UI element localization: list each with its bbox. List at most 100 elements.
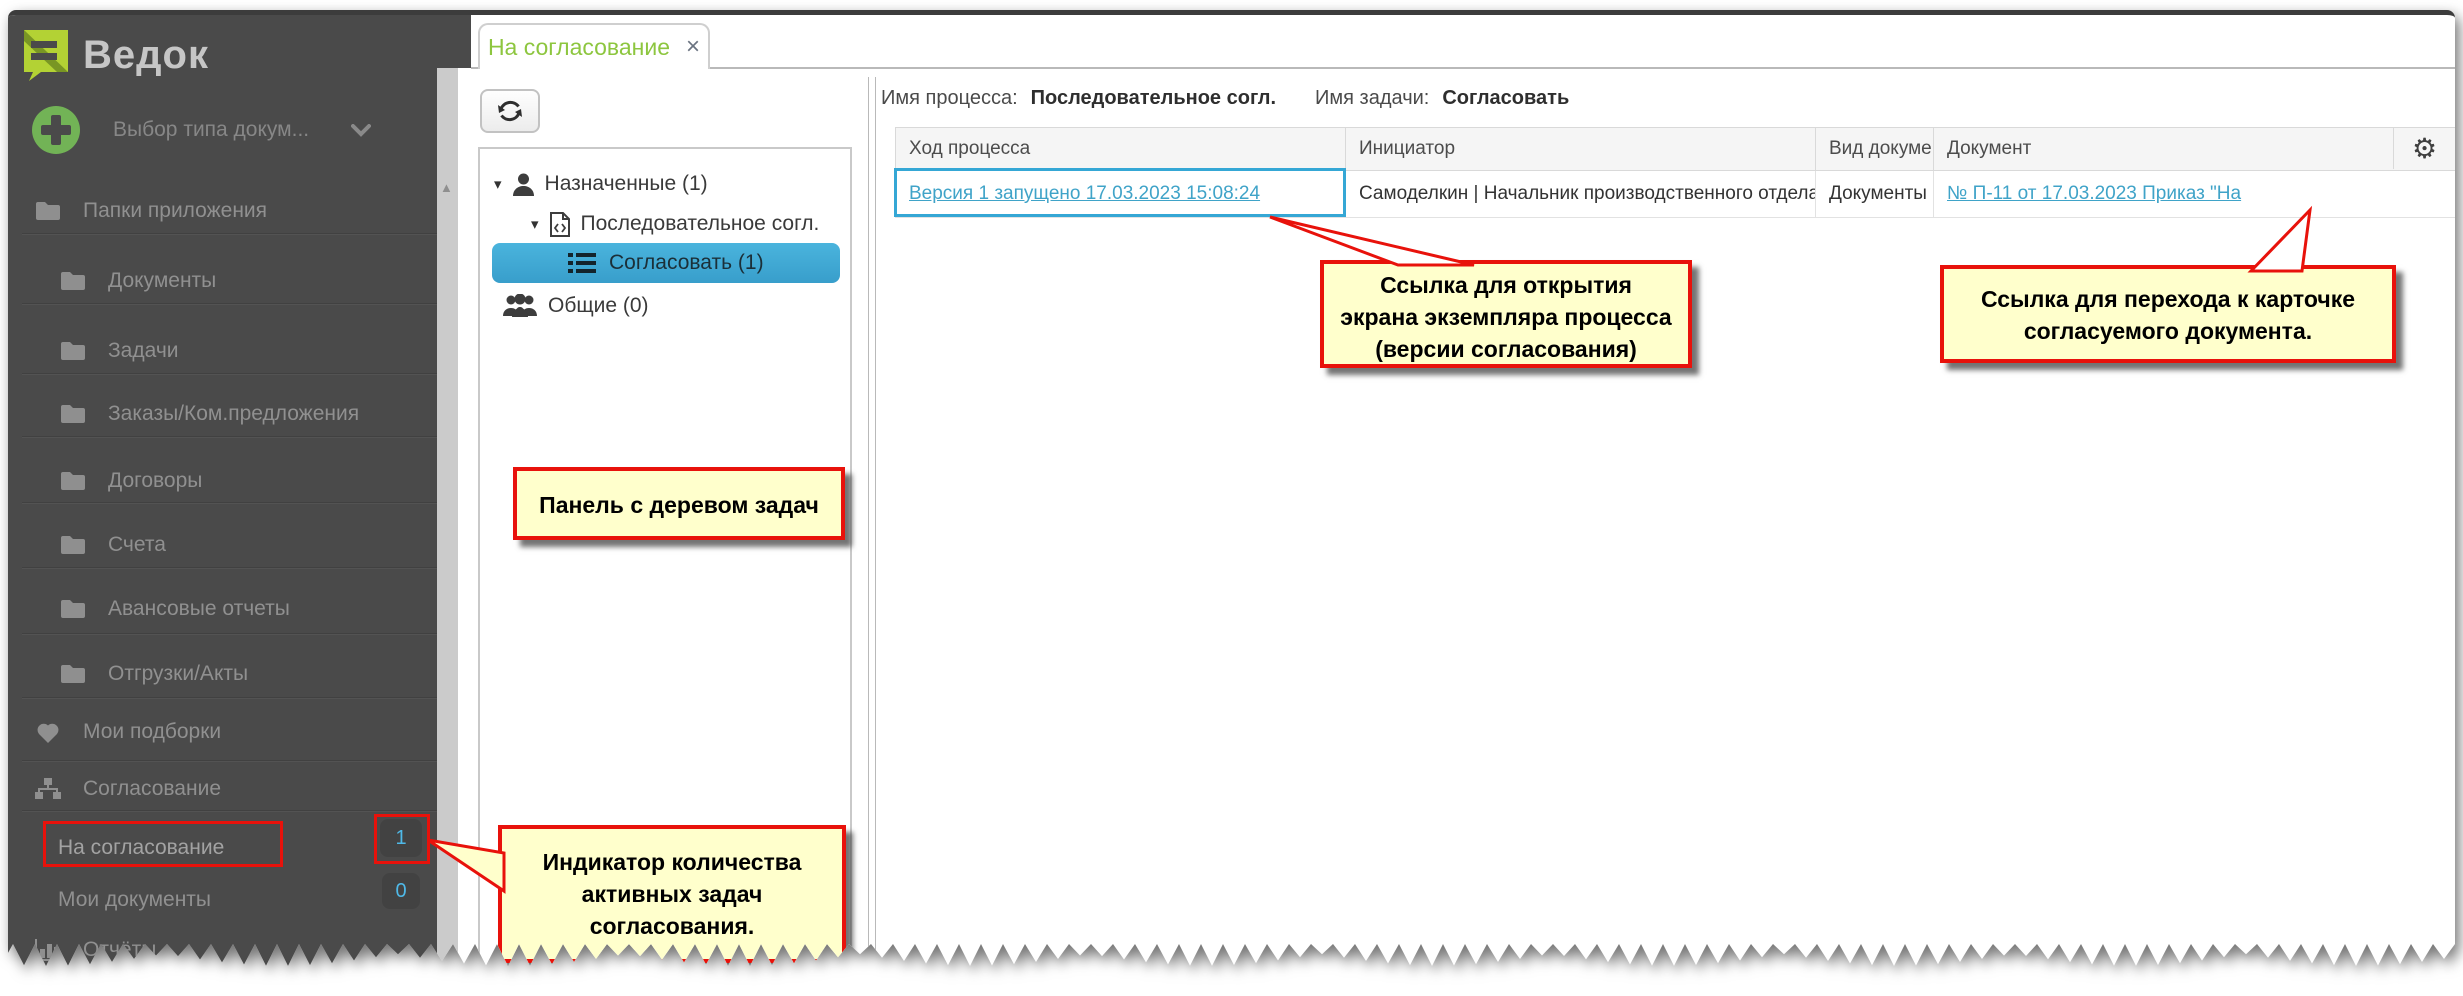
folder-icon — [58, 535, 88, 555]
sidebar-top-extension — [437, 15, 471, 68]
column-header-document[interactable]: Документ ⚙ — [1934, 128, 2456, 171]
column-header-initiator[interactable]: Инициатор — [1346, 128, 1816, 171]
sidebar-item-label: Заказы/Ком.предложения — [108, 402, 359, 426]
process-name-label: Имя процесса: — [881, 87, 1018, 110]
splitter-line[interactable] — [875, 77, 876, 961]
callout-line: экрана экземпляра процесса — [1324, 301, 1688, 333]
folder-icon — [58, 664, 88, 684]
document-type-selector[interactable]: Выбор типа докум... — [113, 118, 371, 142]
add-document-button[interactable] — [31, 105, 81, 155]
sidebar-item-orders[interactable]: Заказы/Ком.предложения — [8, 389, 437, 439]
folder-icon — [58, 271, 88, 291]
sidebar-item-label: Мои подборки — [83, 720, 221, 744]
caret-down-icon[interactable]: ▾ — [531, 215, 539, 233]
tree-node-process[interactable]: ▾ Последовательное согл. — [531, 207, 819, 241]
process-document-icon — [550, 212, 570, 237]
sidebar-item-app-folders[interactable]: Папки приложения — [8, 186, 437, 236]
arrow-to-version-link — [1270, 217, 1474, 265]
divider — [22, 760, 437, 761]
bar-chart-icon — [33, 939, 63, 961]
vedok-logo-icon — [23, 29, 69, 81]
process-info-bar: Имя процесса: Последовательное согл. Имя… — [881, 87, 1569, 110]
sidebar-item-my-collections[interactable]: Мои подборки — [8, 707, 437, 757]
tree-node-approve-selected[interactable]: Согласовать (1) — [492, 243, 840, 283]
column-header-document-label: Документ — [1947, 138, 2031, 159]
callout-tree-panel: Панель с деревом задач — [513, 467, 845, 540]
callout-line: согласуемого документа. — [1944, 315, 2392, 347]
table-header-row: Ход процесса Инициатор Вид документа Док… — [896, 128, 2456, 171]
callout-line: Панель с деревом задач — [517, 489, 841, 521]
approval-tasks-table: Ход процесса Инициатор Вид документа Док… — [895, 127, 2455, 218]
chevron-down-icon — [351, 124, 371, 137]
sidebar-item-approval[interactable]: Согласование — [8, 764, 437, 814]
tab-label: На согласование — [488, 34, 670, 61]
document-type-label: Выбор типа докум... — [113, 118, 309, 142]
list-icon — [568, 252, 596, 274]
sidebar: Ведок Выбор типа докум... Папки — [8, 15, 437, 988]
sidebar-item-for-approval[interactable]: На согласование — [8, 823, 437, 873]
user-icon — [513, 173, 534, 196]
callout-line: согласования. — [502, 910, 842, 942]
sidebar-item-reports[interactable]: Отчёты — [8, 925, 437, 975]
sidebar-item-label: Авансовые отчеты — [108, 597, 290, 621]
sidebar-item-documents[interactable]: Документы — [8, 256, 437, 306]
divider — [22, 697, 437, 698]
sidebar-item-label: Отгрузки/Акты — [108, 662, 248, 686]
column-header-process-progress[interactable]: Ход процесса — [896, 128, 1346, 171]
refresh-icon — [496, 97, 524, 125]
document-card-link[interactable]: № П-11 от 17.03.2023 Приказ "На — [1947, 183, 2241, 204]
folder-icon — [58, 341, 88, 361]
table-settings-button[interactable]: ⚙ — [2393, 128, 2455, 169]
folder-icon — [58, 404, 88, 424]
sidebar-item-invoices[interactable]: Счета — [8, 520, 437, 570]
divider — [22, 633, 437, 634]
tree-node-label: Общие (0) — [548, 294, 649, 318]
sidebar-item-label: Документы — [108, 269, 216, 293]
gear-icon: ⚙ — [2412, 132, 2437, 165]
tree-node-common[interactable]: Общие (0) — [503, 289, 649, 323]
callout-badge-indicator: Индикатор количества активных задач согл… — [498, 825, 846, 963]
scroll-up-icon[interactable]: ▲ — [440, 180, 453, 195]
task-name-value: Согласовать — [1442, 87, 1569, 110]
divider — [22, 436, 437, 437]
tabbar-divider — [471, 67, 2455, 69]
tab-close-icon[interactable]: × — [686, 33, 700, 61]
logo-text: Ведок — [83, 33, 209, 78]
table-row: Версия 1 запущено 17.03.2023 15:08:24 Са… — [896, 171, 2456, 218]
create-document-row: Выбор типа докум... — [31, 105, 371, 155]
callout-line: активных задач — [502, 878, 842, 910]
process-version-link[interactable]: Версия 1 запущено 17.03.2023 15:08:24 — [909, 183, 1260, 204]
my-documents-count-badge: 0 — [382, 873, 420, 909]
tab-for-approval[interactable]: На согласование × — [478, 23, 710, 69]
heart-icon — [33, 722, 63, 743]
task-name-label: Имя задачи: — [1315, 87, 1429, 110]
sidebar-item-label: На согласование — [58, 836, 224, 860]
caret-down-icon[interactable]: ▾ — [494, 175, 502, 193]
sidebar-scrollbar[interactable]: ▲ — [437, 68, 458, 988]
folder-icon — [58, 471, 88, 491]
tree-node-label: Назначенные (1) — [545, 172, 708, 196]
sidebar-item-tasks[interactable]: Задачи — [8, 326, 437, 376]
callout-line: (версии согласования) — [1324, 333, 1688, 365]
screenshot-stage: Ведок Выбор типа докум... Папки — [0, 0, 2463, 996]
refresh-button[interactable] — [480, 89, 540, 133]
callout-line: Индикатор количества — [502, 846, 842, 878]
column-header-doc-type[interactable]: Вид документа — [1816, 128, 1934, 171]
app-window: Ведок Выбор типа докум... Папки — [8, 10, 2455, 988]
tree-node-label: Согласовать (1) — [609, 251, 764, 275]
sidebar-item-label: Мои документы — [58, 888, 211, 912]
logo: Ведок — [23, 29, 209, 81]
sidebar-item-my-documents[interactable]: Мои документы — [8, 875, 437, 925]
tree-node-assigned[interactable]: ▾ Назначенные (1) — [494, 167, 708, 201]
divider — [22, 502, 437, 503]
sidebar-item-shipments[interactable]: Отгрузки/Акты — [8, 649, 437, 699]
sidebar-item-label: Согласование — [83, 777, 221, 801]
callout-document-link: Ссылка для перехода к карточке согласуем… — [1940, 265, 2396, 363]
tree-node-label: Последовательное согл. — [581, 212, 820, 236]
callout-process-link: Ссылка для открытия экрана экземпляра пр… — [1320, 260, 1692, 368]
sidebar-item-contracts[interactable]: Договоры — [8, 456, 437, 506]
splitter-line[interactable] — [868, 77, 869, 961]
folder-icon — [33, 201, 63, 221]
sidebar-item-advance-reports[interactable]: Авансовые отчеты — [8, 584, 437, 634]
for-approval-count-badge: 1 — [380, 819, 422, 857]
